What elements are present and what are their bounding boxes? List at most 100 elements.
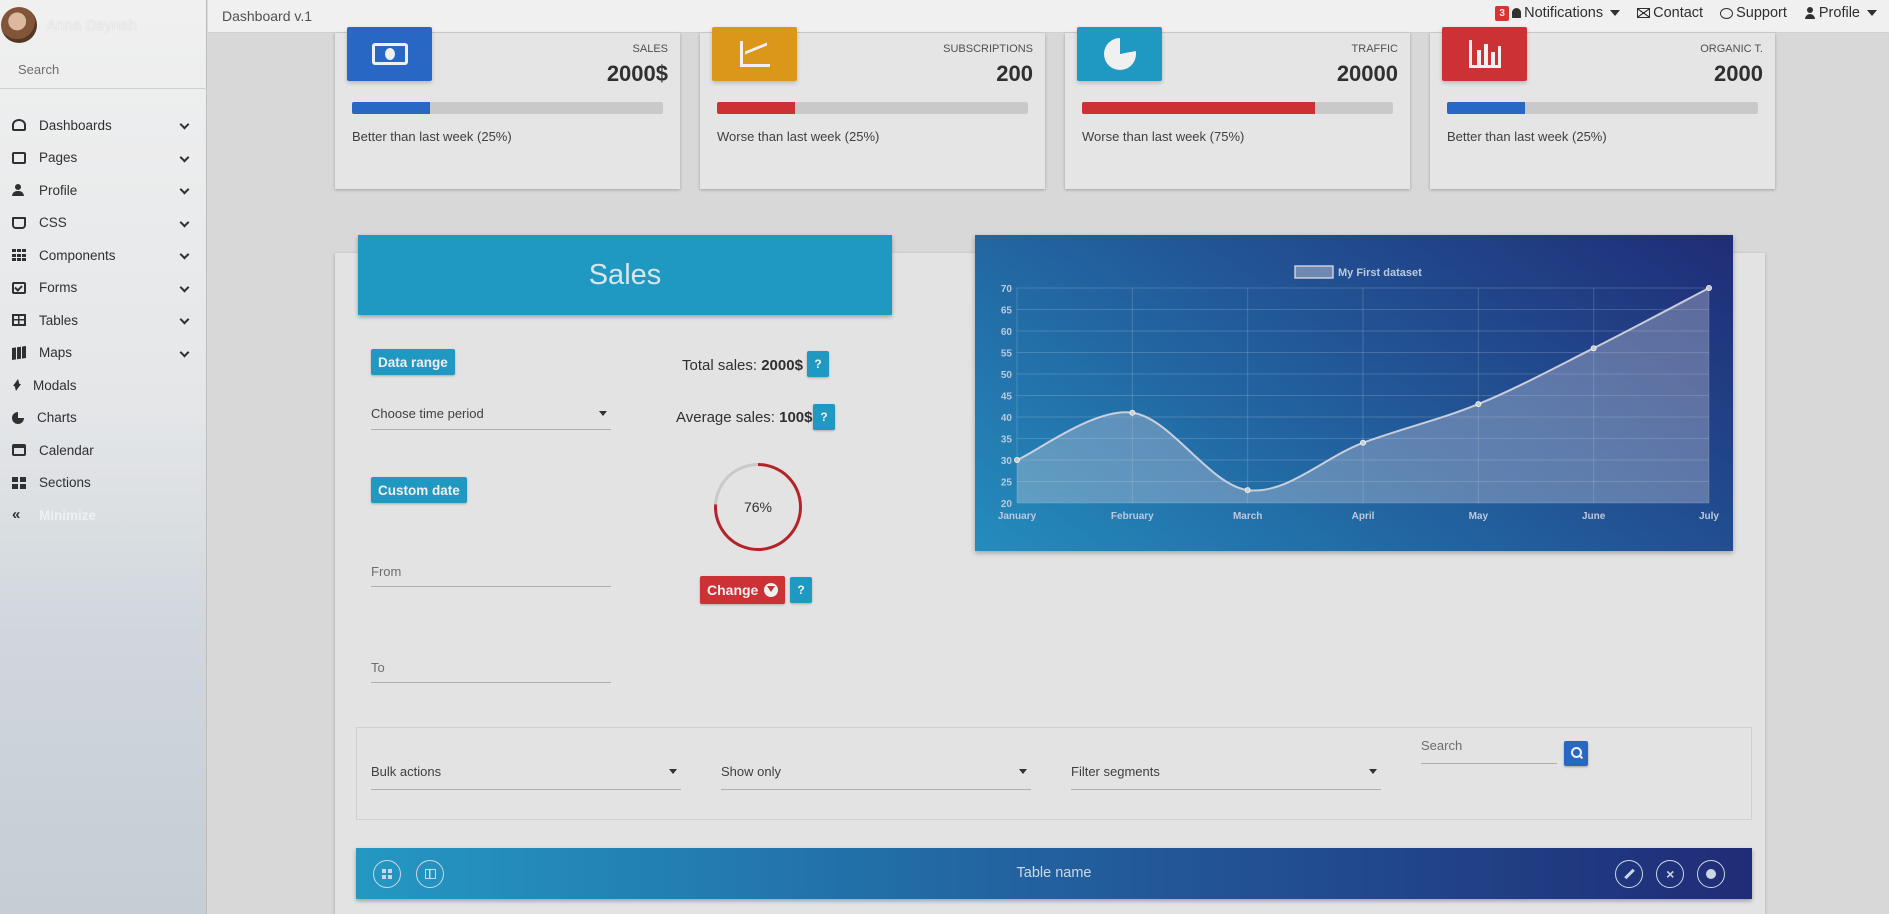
x-tick-label: February [1111,511,1154,522]
sidebar-item-charts[interactable]: Charts [0,402,206,435]
sidebar-item-minimize[interactable]: « Minimize [0,499,206,532]
search-button[interactable] [1564,741,1588,766]
user-name[interactable]: Anna Deynah [46,17,137,34]
caret-down-icon [1867,10,1877,16]
stat-icon-box [1442,27,1527,81]
y-tick-label: 30 [1001,456,1013,467]
profile-dropdown[interactable]: Profile [1804,5,1877,21]
stat-card-sales: SALES 2000$ Better than last week (25%) [335,27,680,189]
stat-value: 2000 [1714,61,1763,86]
time-period-select[interactable]: Choose time period [371,406,611,430]
total-sales: Total sales: 2000$ [682,357,803,374]
sidebar-item-label: Sections [39,475,91,491]
sidebar-item-maps[interactable]: Maps [0,337,206,370]
edit-button[interactable] [1615,860,1643,888]
total-sales-help-button[interactable]: ? [807,351,829,377]
sidebar-item-label: Calendar [39,442,94,458]
sidebar-item-label: Pages [39,150,78,166]
delete-button[interactable]: × [1656,860,1684,888]
stat-progress-bar [1082,102,1393,114]
support-label: Support [1736,5,1787,21]
chevron-down-icon[interactable] [179,347,190,357]
chevron-down-icon[interactable] [179,217,190,227]
sidebar-item-forms[interactable]: Forms [0,272,206,305]
chevron-down-icon[interactable] [179,119,190,130]
user-icon [12,184,26,197]
chevron-down-icon[interactable] [179,152,190,162]
y-tick-label: 60 [1001,327,1013,338]
info-button[interactable] [1697,860,1725,888]
bulk-actions-select[interactable]: Bulk actions [371,764,681,790]
stat-value: 2000$ [606,61,668,86]
sidebar-user[interactable]: Anna Deynah [0,0,206,50]
stat-progress-bar [717,102,1028,114]
legend-swatch [1294,265,1334,279]
money-bill-icon [371,43,408,65]
sidebar-item-components[interactable]: Components [0,239,206,272]
envelope-icon [1637,8,1651,18]
y-tick-label: 65 [1001,306,1013,317]
avatar[interactable] [1,7,37,43]
support-link[interactable]: Support [1720,5,1787,21]
chevron-down-icon[interactable] [179,314,190,325]
pencil-icon [1623,868,1635,880]
change-button[interactable]: Change [700,576,786,604]
table-header: Table name × [356,848,1752,899]
sidebar-item-modals[interactable]: Modals [0,369,206,402]
data-point [1360,439,1366,446]
chevron-down-icon[interactable] [179,282,190,292]
stat-description: Worse than last week (75%) [1082,129,1245,144]
line-chart-icon [739,41,770,67]
from-date-field[interactable] [371,564,611,587]
th-large-icon [12,476,26,489]
average-sales: Average sales: 100$ [676,409,813,426]
sidebar-search-input[interactable] [18,62,188,77]
arrow-circle-down-icon [764,583,779,597]
filter-segments-value: Filter segments [1071,764,1160,779]
chevron-down-icon[interactable] [179,249,190,260]
total-sales-value: 2000$ [761,357,803,374]
sidebar-item-tables[interactable]: Tables [0,304,206,337]
change-help-button[interactable]: ? [790,577,812,603]
table-search-input[interactable] [1421,738,1557,753]
sales-line-chart: 20 25 30 35 40 45 50 55 60 65 70 January February Mar… [975,235,1733,551]
gauge-icon [12,119,26,132]
stat-icon-box [712,27,797,81]
sidebar-item-label: Tables [39,312,79,328]
profile-label: Profile [1818,5,1860,21]
sidebar-item-label: CSS [39,215,67,231]
stat-label: ORGANIC T. [1700,43,1763,55]
bar-chart-icon [1468,40,1501,68]
stat-description: Worse than last week (25%) [717,129,880,144]
show-only-value: Show only [721,764,781,779]
sidebar-item-sections[interactable]: Sections [0,467,206,500]
filter-segments-select[interactable]: Filter segments [1071,764,1381,790]
sidebar-item-pages[interactable]: Pages [0,142,206,175]
sidebar-item-css[interactable]: CSS [0,207,206,240]
sidebar-item-calendar[interactable]: Calendar [0,434,206,467]
average-sales-help-button[interactable]: ? [813,404,835,430]
sidebar-item-dashboards[interactable]: Dashboards [0,109,206,142]
contact-link[interactable]: Contact [1637,5,1703,21]
stat-label: SUBSCRIPTIONS [943,43,1033,55]
stat-icon-box [347,27,432,81]
caret-down-icon [669,769,677,774]
to-date-input[interactable] [371,660,611,675]
y-tick-label: 20 [1001,499,1013,510]
chevron-down-icon[interactable] [179,184,190,195]
from-date-input[interactable] [371,564,611,579]
notifications-dropdown[interactable]: 3 Notifications [1495,5,1621,21]
table-search-field[interactable] [1421,738,1557,764]
to-date-field[interactable] [371,660,611,683]
caret-down-icon [599,411,607,416]
sidebar-item-label: Components [39,247,116,263]
close-icon: × [1665,866,1675,882]
show-only-select[interactable]: Show only [721,764,1031,790]
sidebar-item-profile[interactable]: Profile [0,174,206,207]
sidebar-item-label: Modals [33,377,77,393]
caret-down-icon [1019,769,1027,774]
data-point [1475,401,1482,408]
caret-down-icon [1369,769,1377,774]
data-point [1129,409,1136,416]
notification-badge: 3 [1495,5,1510,21]
